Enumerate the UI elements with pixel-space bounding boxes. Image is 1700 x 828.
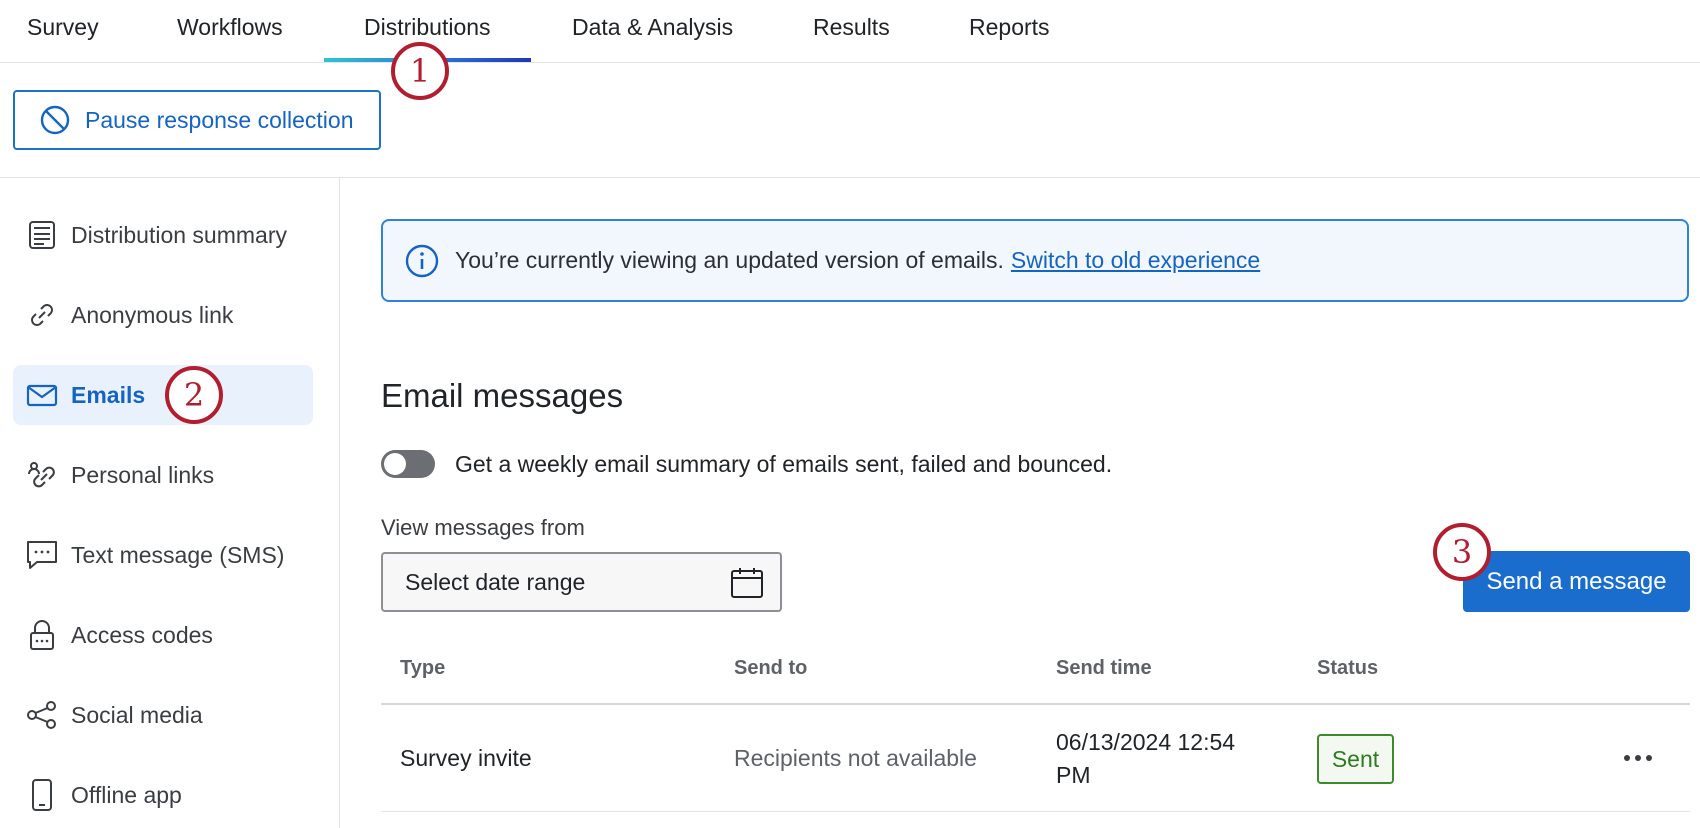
cell-send-to: Recipients not available [734,745,977,771]
toggle-knob [384,453,406,475]
sidebar-item-personal-links[interactable]: Personal links [13,445,313,505]
sidebar-item-distribution-summary[interactable]: Distribution summary [13,205,313,265]
block-icon [40,105,70,135]
sidebar-item-access-codes[interactable]: Access codes [13,605,313,665]
tab-survey[interactable]: Survey [27,14,99,62]
lock-icon [25,618,59,652]
phone-icon [25,778,59,812]
column-header-send-to[interactable]: Send to [734,657,807,680]
sidebar-item-label: Offline app [71,781,182,808]
column-header-status[interactable]: Status [1317,657,1378,680]
weekly-summary-label: Get a weekly email summary of emails sen… [455,450,1113,477]
sidebar-item-label: Anonymous link [71,301,234,328]
top-navigation: Survey Workflows Distributions Data & An… [0,0,1700,63]
date-range-input[interactable]: Select date range [381,552,782,612]
tab-reports[interactable]: Reports [969,14,1050,62]
callout-1: 1 [391,42,449,100]
pause-button-label: Pause response collection [85,106,354,133]
status-badge: Sent [1317,734,1394,784]
date-range-placeholder: Select date range [405,568,586,595]
sidebar-item-label: Distribution summary [71,221,287,248]
mail-icon [25,378,59,412]
callout-2: 2 [165,366,223,424]
sidebar: Distribution summary Anonymous link Emai… [0,178,340,828]
sidebar-item-label: Emails [71,381,146,408]
sidebar-item-text-message[interactable]: Text message (SMS) [13,525,313,585]
row-divider [381,811,1690,812]
tab-workflows[interactable]: Workflows [177,14,283,62]
sidebar-item-offline-app[interactable]: Offline app [13,765,313,825]
column-header-type[interactable]: Type [400,657,445,680]
send-a-message-button[interactable]: Send a message [1463,551,1690,612]
info-icon [405,244,439,278]
table-header-divider [381,703,1690,705]
more-actions-icon[interactable] [1616,743,1660,773]
tab-results[interactable]: Results [813,14,890,62]
sidebar-item-emails[interactable]: Emails [13,365,313,425]
sidebar-item-label: Access codes [71,621,213,648]
cell-send-time-line2: PM [1056,762,1091,788]
callout-3: 3 [1433,523,1491,581]
sidebar-item-anonymous-link[interactable]: Anonymous link [13,285,313,345]
sidebar-item-label: Social media [71,701,203,728]
column-header-send-time[interactable]: Send time [1056,657,1152,680]
personal-link-icon [25,458,59,492]
cell-type: Survey invite [400,745,532,771]
sidebar-item-label: Text message (SMS) [71,541,285,568]
share-icon [25,698,59,732]
page-title: Email messages [381,377,624,414]
calendar-icon [730,567,764,605]
cell-send-time-line1: 06/13/2024 12:54 [1056,729,1236,755]
sidebar-item-label: Personal links [71,461,215,488]
weekly-summary-toggle-row: Get a weekly email summary of emails sen… [381,450,1112,478]
summary-icon [25,218,59,252]
info-banner: You’re currently viewing an updated vers… [381,219,1689,302]
weekly-summary-toggle[interactable] [381,450,435,478]
date-range-label: View messages from [381,515,585,540]
sms-icon [25,538,59,572]
switch-to-old-experience-link[interactable]: Switch to old experience [1011,247,1260,274]
tab-data-analysis[interactable]: Data & Analysis [572,14,733,62]
sidebar-item-social-media[interactable]: Social media [13,685,313,745]
banner-text: You’re currently viewing an updated vers… [455,247,1004,273]
pause-response-collection-button[interactable]: Pause response collection [13,90,381,150]
link-icon [25,298,59,332]
